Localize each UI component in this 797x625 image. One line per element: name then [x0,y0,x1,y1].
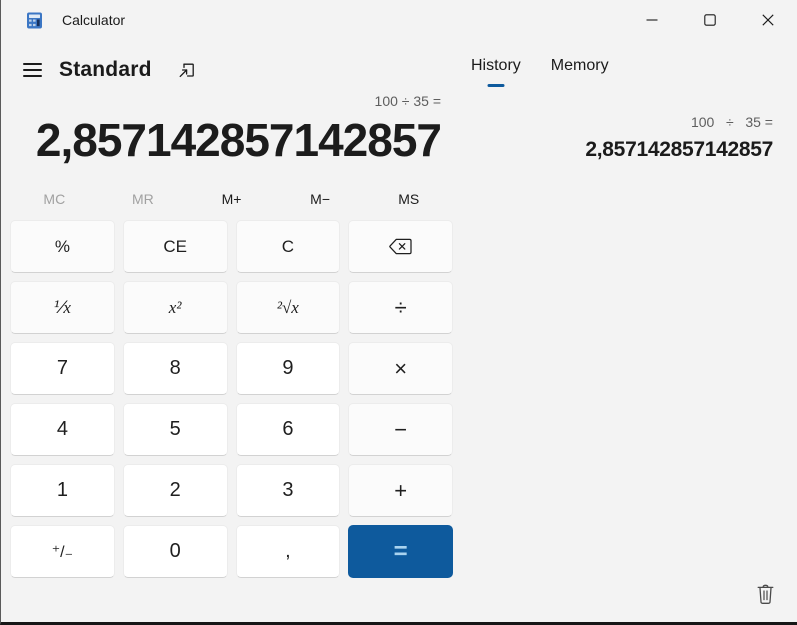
key-7[interactable]: 7 [10,342,115,395]
memory-recall-button[interactable]: MR [99,186,188,212]
minimize-button[interactable] [623,0,681,40]
memory-clear-button[interactable]: MC [10,186,99,212]
keypad: % CE C ⅟x x² ²√x ÷ 7 8 9 × 4 5 6 − 1 2 3… [10,220,453,578]
maximize-icon [704,14,716,26]
key-3[interactable]: 3 [235,464,341,517]
memory-subtract-button[interactable]: M− [276,186,365,212]
window-controls [623,0,797,40]
key-decimal[interactable]: , [235,525,341,578]
key-clear[interactable]: C [235,220,341,273]
key-backspace[interactable] [348,220,453,273]
backspace-icon [389,238,412,255]
key-clear-entry[interactable]: CE [122,220,228,273]
key-divide[interactable]: ÷ [348,281,453,334]
display: 100 ÷ 35 = 2,857142857142857 [1,92,471,168]
minimize-icon [646,19,658,21]
mode-header: Standard [1,52,471,88]
key-minus[interactable]: − [348,403,453,456]
memory-row: MC MR M+ M− MS [10,186,453,212]
key-5[interactable]: 5 [122,403,228,456]
history-entry[interactable]: 100 ÷ 35 = 2,857142857142857 [471,113,797,162]
close-button[interactable] [739,0,797,40]
key-percent[interactable]: % [10,220,115,273]
close-icon [762,14,774,26]
key-reciprocal[interactable]: ⅟x [10,281,115,334]
key-8[interactable]: 8 [122,342,228,395]
history-result: 2,857142857142857 [585,138,773,161]
maximize-button[interactable] [681,0,739,40]
key-2[interactable]: 2 [122,464,228,517]
trash-icon [757,584,774,604]
clear-history-button[interactable] [754,582,777,607]
key-square-root[interactable]: ²√x [235,281,341,334]
memory-add-button[interactable]: M+ [187,186,276,212]
keep-on-top-icon [179,63,194,77]
tab-memory[interactable]: Memory [551,57,609,87]
panel-tabs: History Memory [471,40,797,87]
calc-result: 2,857142857142857 [35,114,442,166]
history-expression: 100 ÷ 35 = [690,114,773,130]
calculator-window: Calculator Standard 100 ÷ 35 = 2,8571428… [0,0,797,625]
key-4[interactable]: 4 [10,403,115,456]
mode-title: Standard [59,58,152,81]
keep-on-top-button[interactable] [175,60,198,81]
key-plus[interactable]: + [348,464,453,517]
key-9[interactable]: 9 [235,342,341,395]
calc-expression: 100 ÷ 35 = [374,93,441,109]
menu-button[interactable] [23,61,42,79]
key-0[interactable]: 0 [122,525,228,578]
key-multiply[interactable]: × [348,342,453,395]
key-equals[interactable]: = [348,525,453,578]
history-panel: History Memory 100 ÷ 35 = 2,857142857142… [471,40,797,622]
hamburger-icon [23,63,42,65]
titlebar: Calculator [1,0,797,40]
memory-store-button[interactable]: MS [364,186,453,212]
tab-history[interactable]: History [471,57,521,87]
key-square[interactable]: x² [122,281,228,334]
key-1[interactable]: 1 [10,464,115,517]
key-6[interactable]: 6 [235,403,341,456]
calculator-pane: Standard 100 ÷ 35 = 2,857142857142857 MC… [1,40,471,578]
calculator-app-icon [26,12,43,29]
window-title: Calculator [62,12,126,28]
key-negate[interactable]: ⁺/₋ [10,525,115,578]
